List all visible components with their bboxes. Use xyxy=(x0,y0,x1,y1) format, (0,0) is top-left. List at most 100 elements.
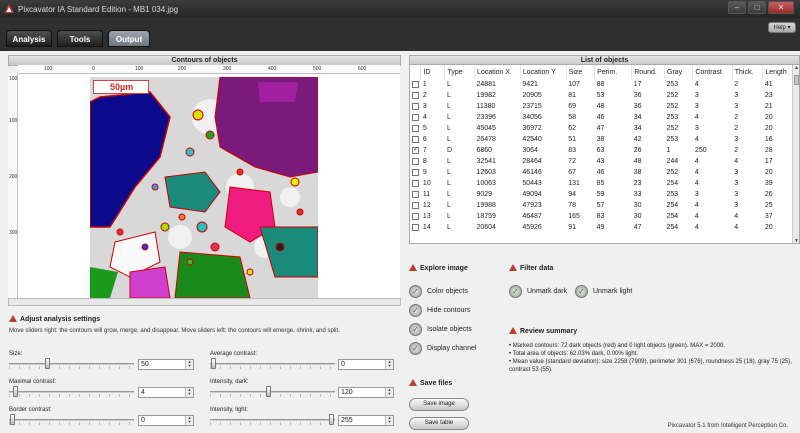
option-display-channel[interactable]: ✓ Display channel xyxy=(409,342,476,355)
row-checkbox[interactable] xyxy=(412,179,419,187)
close-button[interactable]: ✕ xyxy=(768,1,794,14)
micrograph-image[interactable]: 50µm xyxy=(90,77,318,298)
table-row[interactable]: 6 L 26478 42540 51 38 42 253 4 3 16 xyxy=(410,134,794,145)
explore-title: Explore image xyxy=(420,264,468,272)
table-row[interactable]: 8 L 32541 28464 72 43 48 244 4 4 17 xyxy=(410,156,794,167)
light-value: 255 xyxy=(341,417,353,424)
vertical-scrollbar[interactable]: ▲ ▼ xyxy=(792,65,799,243)
slider-thumb[interactable] xyxy=(211,358,216,369)
option-isolate-objects[interactable]: ✓ Isolate objects xyxy=(409,323,472,336)
checkmark-icon[interactable]: ✓ xyxy=(509,285,522,298)
slider-thumb[interactable] xyxy=(10,414,15,425)
spin-arrows-icon[interactable]: ▲ ▼ xyxy=(185,416,193,425)
row-checkbox[interactable] xyxy=(412,157,419,165)
spin-arrows-icon[interactable]: ▲ ▼ xyxy=(185,360,193,369)
save-image-button[interactable]: Save image xyxy=(409,398,469,411)
tab-tools[interactable]: Tools xyxy=(57,30,103,47)
row-checkbox[interactable] xyxy=(412,223,419,231)
maxcontrast-slider[interactable] xyxy=(9,386,134,398)
dark-slider[interactable] xyxy=(210,386,335,398)
checkmark-icon[interactable]: ✓ xyxy=(409,304,422,317)
option-unmark-dark[interactable]: ✓ Unmark dark xyxy=(509,285,567,298)
table-row[interactable]: 2 L 19982 20905 81 53 36 252 3 3 23 xyxy=(410,90,794,101)
checkmark-icon[interactable]: ✓ xyxy=(575,285,588,298)
column-header[interactable]: Location X xyxy=(474,65,521,79)
column-header[interactable]: Perim. xyxy=(594,65,633,79)
avgcontrast-slider[interactable] xyxy=(210,358,335,370)
dark-spinbox[interactable]: 120 ▲ ▼ xyxy=(338,387,394,398)
border-spinbox[interactable]: 0 ▲ ▼ xyxy=(138,415,194,426)
table-cell: 254 xyxy=(666,224,679,231)
table-cell: 72 xyxy=(568,158,576,165)
option-hide-contours[interactable]: ✓ Hide contours xyxy=(409,304,470,317)
row-checkbox[interactable] xyxy=(412,212,419,220)
row-checkbox[interactable] xyxy=(412,135,419,143)
spin-arrows-icon[interactable]: ▲ ▼ xyxy=(385,416,393,425)
horizontal-scrollbar[interactable] xyxy=(8,298,401,306)
column-header[interactable]: Location Y xyxy=(520,65,567,79)
help-button[interactable]: Help ▾ xyxy=(768,22,796,33)
tab-output[interactable]: Output xyxy=(108,30,150,47)
row-checkbox[interactable] xyxy=(412,124,419,132)
checkmark-icon[interactable]: ✓ xyxy=(409,323,422,336)
checkmark-icon[interactable]: ✓ xyxy=(409,342,422,355)
table-row[interactable]: 3 L 11380 23715 69 48 36 252 3 3 21 xyxy=(410,101,794,112)
column-header[interactable]: Length xyxy=(762,65,794,79)
column-header[interactable]: Contrast xyxy=(692,65,733,79)
table-cell: 47923 xyxy=(522,202,542,209)
light-spinbox[interactable]: 255 ▲ ▼ xyxy=(338,415,394,426)
option-color-objects[interactable]: ✓ Color objects xyxy=(409,285,468,298)
row-checkbox[interactable] xyxy=(412,91,419,99)
column-header[interactable]: Thick. xyxy=(732,65,764,79)
column-header[interactable]: Round. xyxy=(631,65,666,79)
slider-thumb[interactable] xyxy=(266,386,271,397)
minimize-button[interactable]: – xyxy=(728,1,746,14)
column-header[interactable]: ID xyxy=(420,65,446,79)
spin-arrows-icon[interactable]: ▲ ▼ xyxy=(185,388,193,397)
table-cell: 4 xyxy=(694,169,699,176)
scroll-down-icon[interactable]: ▼ xyxy=(793,238,799,243)
image-canvas[interactable]: 50µm xyxy=(18,74,400,298)
slider-thumb[interactable] xyxy=(45,358,50,369)
size-slider[interactable] xyxy=(9,358,134,370)
table-cell: 17 xyxy=(633,81,642,88)
maxcontrast-spinbox[interactable]: 4 ▲ ▼ xyxy=(138,387,194,398)
table-row[interactable]: 12 L 19988 47923 78 57 30 254 4 3 25 xyxy=(410,200,794,211)
spin-arrows-icon[interactable]: ▲ ▼ xyxy=(385,388,393,397)
light-slider[interactable] xyxy=(210,414,335,426)
table-row[interactable]: 11 L 9029 49094 94 59 33 253 3 3 26 xyxy=(410,189,794,200)
table-row[interactable]: 5 L 45045 36972 62 47 34 252 3 2 20 xyxy=(410,123,794,134)
row-checkbox[interactable] xyxy=(412,190,419,198)
avgcontrast-spinbox[interactable]: 0 ▲ ▼ xyxy=(338,359,394,370)
row-checkbox[interactable] xyxy=(412,102,419,110)
table-row[interactable]: 10 L 10063 50443 131 85 23 254 4 3 39 xyxy=(410,178,794,189)
column-header[interactable]: Gray xyxy=(664,65,694,79)
row-checkbox[interactable] xyxy=(412,113,419,121)
row-checkbox[interactable] xyxy=(412,168,419,176)
column-header[interactable]: Size xyxy=(566,65,596,79)
scrollbar-thumb[interactable] xyxy=(794,75,799,85)
row-checkbox[interactable] xyxy=(412,145,419,154)
option-unmark-light[interactable]: ✓ Unmark light xyxy=(575,285,632,298)
column-header[interactable]: Type xyxy=(444,65,475,79)
border-slider[interactable] xyxy=(9,414,134,426)
slider-thumb[interactable] xyxy=(329,414,334,425)
table-row[interactable]: 9 L 12603 46146 67 46 38 252 4 3 20 xyxy=(410,167,794,178)
table-row[interactable]: 14 L 20604 45926 91 49 47 254 4 4 20 xyxy=(410,222,794,233)
size-spinbox[interactable]: 50 ▲ ▼ xyxy=(138,359,194,370)
save-table-button[interactable]: Save table xyxy=(409,417,469,430)
table-row[interactable]: 13 L 18759 46487 165 83 30 254 4 4 37 xyxy=(410,211,794,222)
scroll-up-icon[interactable]: ▲ xyxy=(793,65,799,72)
row-checkbox[interactable] xyxy=(412,201,419,209)
spin-arrows-icon[interactable]: ▲ ▼ xyxy=(385,360,393,369)
row-checkbox-cell xyxy=(410,211,421,222)
row-checkbox[interactable] xyxy=(412,80,419,88)
maximize-button[interactable]: □ xyxy=(748,1,766,14)
checkmark-icon[interactable]: ✓ xyxy=(409,285,422,298)
slider-thumb[interactable] xyxy=(13,386,18,397)
tab-analysis[interactable]: Analysis xyxy=(6,30,52,47)
table-row[interactable]: 7 D 6860 3064 83 63 26 1 250 2 28 xyxy=(410,145,794,156)
table-row[interactable]: 1 L 24881 9421 107 88 17 253 4 2 41 xyxy=(410,79,794,90)
objects-table-container[interactable]: ID Type Location X Location Y Size Perim. Roun… xyxy=(409,64,800,244)
table-row[interactable]: 4 L 23396 34056 58 46 34 253 4 2 20 xyxy=(410,112,794,123)
